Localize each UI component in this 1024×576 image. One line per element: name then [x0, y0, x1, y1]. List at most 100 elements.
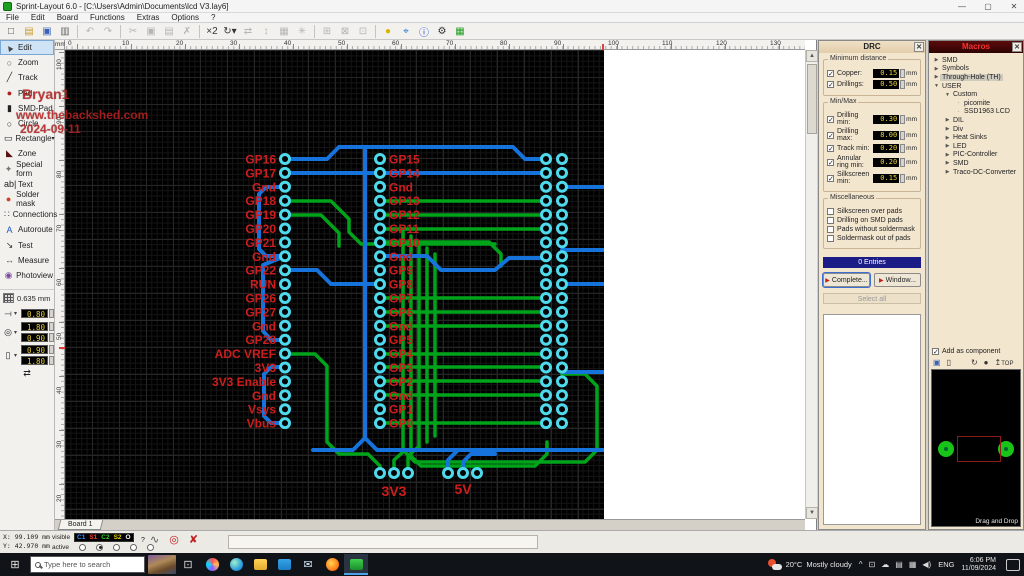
tray-icon[interactable]: ◀)	[922, 560, 931, 569]
board-tab[interactable]: Board 1	[58, 520, 103, 530]
pad[interactable]	[281, 224, 290, 233]
pad[interactable]	[376, 335, 385, 344]
pad[interactable]	[281, 405, 290, 414]
scrollbar-thumb[interactable]	[807, 64, 817, 134]
pad[interactable]	[376, 419, 385, 428]
close-button[interactable]: ✕	[1006, 1, 1022, 12]
drc-option-drilling-max[interactable]: ✓Drilling max:8.00mm	[827, 128, 917, 142]
pad[interactable]	[376, 280, 385, 289]
pad[interactable]	[558, 210, 567, 219]
pad-outer-spinner[interactable]	[49, 322, 54, 331]
pad[interactable]	[542, 182, 551, 191]
pcb-board-canvas[interactable]: GP16GP17GndGP18GP19GP20GP21GndGP22RUNGP2…	[65, 50, 604, 519]
smd-width-spinner[interactable]	[49, 345, 54, 354]
layer-visible-s1[interactable]: S1	[89, 534, 97, 541]
bottom-layer-trace[interactable]	[285, 215, 339, 246]
pad[interactable]	[281, 377, 290, 386]
value-spinner[interactable]	[900, 115, 905, 124]
macro-tree-item-div[interactable]: ▶Div	[929, 125, 1023, 134]
macro-tree-item-pic-controller[interactable]: ▶PIC-Controller	[929, 151, 1023, 160]
checkbox-unchecked-icon[interactable]	[827, 226, 834, 233]
chevron-down-icon[interactable]: ▾	[14, 310, 21, 317]
firefox-icon[interactable]	[320, 554, 344, 575]
layer-active-radio-s1[interactable]	[96, 544, 103, 551]
pad[interactable]	[542, 405, 551, 414]
rotate-macro-icon[interactable]: ↻	[971, 358, 978, 367]
checkbox-checked-icon[interactable]: ✓	[827, 159, 834, 166]
layer-help[interactable]: ?	[141, 537, 145, 544]
tree-expander-icon[interactable]: ▶	[944, 169, 951, 175]
start-button[interactable]: ⊞	[0, 558, 30, 571]
pad[interactable]	[558, 196, 567, 205]
pad[interactable]	[542, 349, 551, 358]
firefox-colorful-icon[interactable]	[200, 554, 224, 575]
pad[interactable]	[281, 294, 290, 303]
pad[interactable]	[376, 210, 385, 219]
sprint-layout-icon[interactable]	[344, 554, 368, 575]
tree-expander-icon[interactable]: ▶	[944, 126, 951, 132]
layer-active-radio-s2[interactable]	[130, 544, 137, 551]
pad[interactable]	[281, 266, 290, 275]
menu-[interactable]: ?	[205, 13, 221, 22]
menu-extras[interactable]: Extras	[131, 13, 166, 22]
macro-tree-item-through-hole-th[interactable]: ▶Through-Hole (TH)	[929, 73, 1023, 82]
pad[interactable]	[558, 280, 567, 289]
weather-widget[interactable]: 20°C Mostly cloudy	[768, 559, 852, 570]
checkbox-unchecked-icon[interactable]	[827, 217, 834, 224]
top-layer-icon[interactable]: ↥TOP	[995, 358, 1014, 367]
tool-edit[interactable]: ▲Edit	[0, 40, 54, 55]
open-icon[interactable]: ▤	[20, 24, 38, 39]
pad[interactable]	[376, 391, 385, 400]
undo-icon[interactable]: ↶	[81, 24, 99, 39]
menu-edit[interactable]: Edit	[25, 13, 51, 22]
pad[interactable]	[542, 363, 551, 372]
value-spinner[interactable]	[900, 174, 905, 183]
menu-file[interactable]: File	[0, 13, 25, 22]
macro-preview[interactable]: Drag and Drop	[931, 369, 1021, 527]
drc-option-drilling-on-smd-pads[interactable]: Drilling on SMD pads	[827, 217, 917, 224]
pad[interactable]	[542, 168, 551, 177]
pad[interactable]	[376, 266, 385, 275]
notification-center-icon[interactable]	[1006, 559, 1020, 571]
pad-outer-value[interactable]: 1.80	[21, 322, 48, 331]
drc-option-soldermask-out-of-pads[interactable]: Soldermask out of pads	[827, 235, 917, 242]
pad[interactable]	[281, 155, 290, 164]
pad[interactable]	[542, 252, 551, 261]
drc-value[interactable]: 8.00	[873, 131, 899, 140]
chevron-down-icon[interactable]: ▾	[14, 329, 21, 336]
pad[interactable]	[376, 321, 385, 330]
pad[interactable]	[281, 252, 290, 261]
track-width-value[interactable]: 0.80	[21, 309, 48, 318]
pad[interactable]	[376, 196, 385, 205]
value-spinner[interactable]	[900, 69, 905, 78]
value-spinner[interactable]	[900, 131, 905, 140]
drc-value[interactable]: 0.15	[873, 69, 899, 78]
checkbox-checked-icon[interactable]: ✓	[827, 175, 834, 182]
tree-leaf-icon[interactable]: ·	[955, 100, 962, 106]
value-spinner[interactable]	[900, 158, 905, 167]
menu-options[interactable]: Options	[165, 13, 205, 22]
language-indicator[interactable]: ENG	[938, 560, 954, 569]
tool-rectangle[interactable]: ▭Rectangle ▾	[0, 131, 54, 146]
layer-visible-c1[interactable]: C1	[77, 534, 85, 541]
pad[interactable]	[542, 238, 551, 247]
origin-crosshair-icon[interactable]: ◎	[169, 533, 179, 546]
macro-tree-item-dil[interactable]: ▶DIL	[929, 116, 1023, 125]
pad[interactable]	[542, 307, 551, 316]
macro-tree-item-smd[interactable]: ▶SMD	[929, 159, 1023, 168]
pad[interactable]	[558, 405, 567, 414]
pad[interactable]	[281, 182, 290, 191]
delete-macro-icon[interactable]: ▯	[947, 358, 951, 367]
layer-visible-o[interactable]: O	[126, 534, 131, 541]
pad[interactable]	[542, 280, 551, 289]
pad[interactable]	[376, 363, 385, 372]
macro-tree-item-ssd1963-lcd[interactable]: ·SSD1963 LCD	[929, 108, 1023, 117]
top-layer-trace[interactable]	[562, 284, 604, 338]
pad[interactable]	[281, 307, 290, 316]
tree-expander-icon[interactable]: ▶	[944, 152, 951, 158]
pad[interactable]	[376, 168, 385, 177]
pad[interactable]	[281, 419, 290, 428]
footprint-icon[interactable]: ▦	[451, 24, 469, 39]
pad[interactable]	[390, 469, 399, 478]
pad[interactable]	[558, 155, 567, 164]
